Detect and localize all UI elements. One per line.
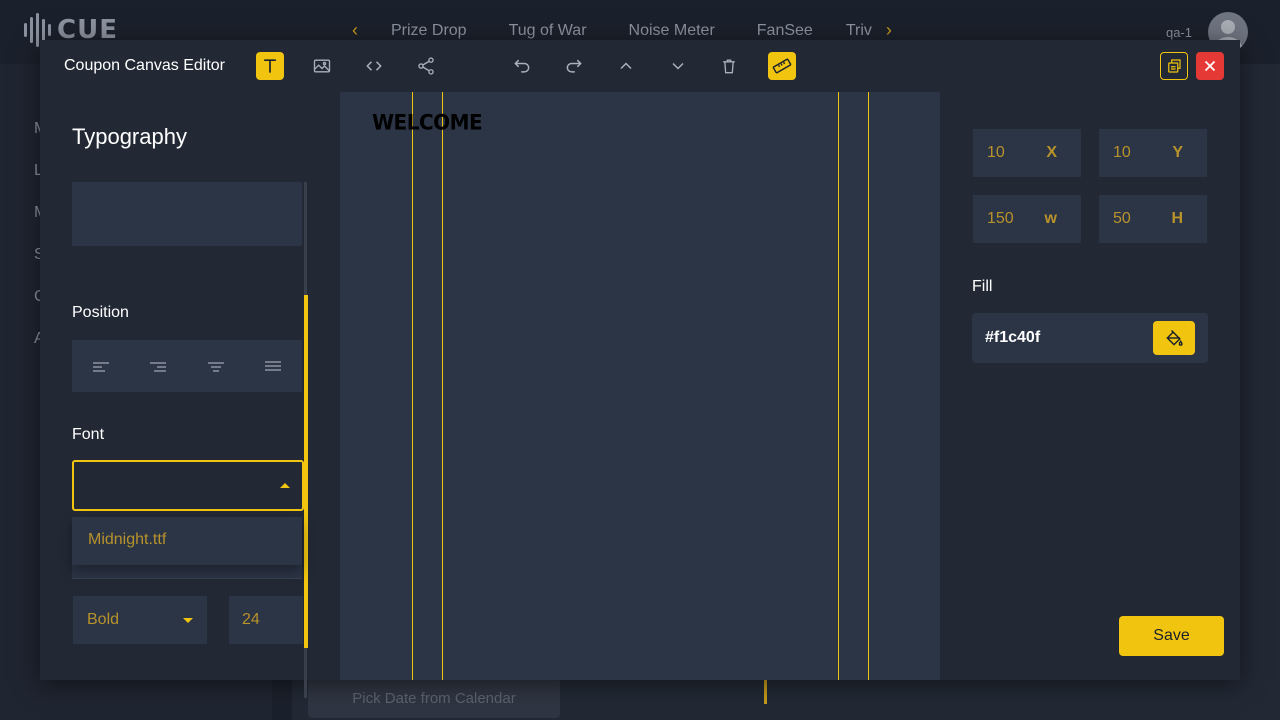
position-label: Position	[72, 304, 129, 321]
user-name: qa-1	[1165, 24, 1192, 40]
text-tool-button[interactable]	[256, 52, 284, 80]
redo-icon	[566, 59, 582, 73]
h-value: 50	[1113, 210, 1131, 227]
modal-title: Coupon Canvas Editor	[64, 57, 225, 74]
typography-panel: Typography Position Font Midnight.ttf Bo…	[40, 92, 340, 698]
color-picker-button[interactable]	[1153, 321, 1195, 355]
redo-button[interactable]	[560, 52, 588, 80]
move-up-button[interactable]	[612, 52, 640, 80]
ruler-icon	[772, 58, 792, 74]
delete-button[interactable]	[715, 52, 743, 80]
canvas-text-element[interactable]: WELCOME	[372, 109, 483, 134]
width-input[interactable]: 150 w	[973, 195, 1081, 243]
move-up-icon	[620, 62, 632, 70]
y-value: 10	[1113, 144, 1131, 161]
share-tool-button[interactable]	[412, 52, 440, 80]
font-option-midnight[interactable]: Midnight.ttf	[88, 531, 166, 549]
guide-line	[412, 92, 413, 680]
tabs-prev-chevron-icon[interactable]: ‹	[340, 20, 370, 41]
y-label: Y	[1172, 144, 1183, 161]
code-icon	[366, 61, 382, 71]
tab-fansee[interactable]: FanSee	[736, 22, 834, 40]
typography-heading: Typography	[72, 124, 187, 149]
tab-trivia[interactable]: Triv	[834, 22, 874, 40]
chevron-up-icon	[280, 483, 290, 488]
text-icon	[264, 59, 276, 73]
x-label: X	[1046, 144, 1057, 161]
modal-header: Coupon Canvas Editor	[40, 40, 1240, 92]
font-dropdown-backdrop	[72, 565, 302, 579]
move-down-button[interactable]	[664, 52, 692, 80]
font-select[interactable]	[72, 460, 304, 511]
w-value: 150	[987, 210, 1014, 227]
coupon-canvas-editor-modal: Coupon Canvas Editor Typography Position…	[40, 40, 1240, 698]
height-input[interactable]: 50 H	[1099, 195, 1207, 243]
font-size-input[interactable]: 24	[229, 596, 303, 644]
panel-scrollbar-thumb[interactable]	[304, 295, 308, 648]
font-weight-select[interactable]: Bold	[73, 596, 207, 644]
align-center-icon[interactable]	[206, 356, 226, 376]
image-icon	[313, 59, 331, 73]
fill-label: Fill	[972, 278, 993, 295]
coupon-canvas[interactable]: WELCOME	[340, 92, 940, 680]
font-label: Font	[72, 426, 105, 443]
guide-line	[868, 92, 869, 680]
background-accent-line	[764, 680, 767, 704]
share-icon	[418, 57, 434, 75]
h-label: H	[1171, 210, 1183, 227]
tab-noise-meter[interactable]: Noise Meter	[608, 22, 736, 40]
fill-color-value: #f1c40f	[985, 329, 1041, 346]
paint-bucket-icon	[1166, 329, 1183, 346]
pick-date-button[interactable]: Pick Date from Calendar	[308, 678, 560, 718]
tab-tug-of-war[interactable]: Tug of War	[488, 22, 608, 40]
x-position-input[interactable]: 10 X	[973, 129, 1081, 177]
font-size-value: 24	[242, 611, 260, 628]
image-tool-button[interactable]	[308, 52, 336, 80]
guide-line	[442, 92, 443, 680]
layers-icon	[1168, 59, 1181, 73]
activation-tabs: ‹ Prize Drop Tug of War Noise Meter FanS…	[340, 20, 904, 41]
properties-panel: 10 X 10 Y 150 w 50 H Fill #f1c40f Save	[940, 92, 1240, 680]
y-position-input[interactable]: 10 Y	[1099, 129, 1207, 177]
align-left-icon[interactable]	[91, 356, 111, 376]
x-value: 10	[987, 144, 1005, 161]
save-button[interactable]: Save	[1119, 616, 1224, 656]
close-button[interactable]	[1196, 52, 1224, 80]
close-icon	[1204, 60, 1216, 72]
align-right-icon[interactable]	[148, 356, 168, 376]
layout-toggle-button[interactable]	[1160, 52, 1188, 80]
undo-button[interactable]	[508, 52, 536, 80]
font-weight-value: Bold	[87, 611, 120, 628]
chevron-down-icon	[183, 618, 193, 623]
font-dropdown-menu: Midnight.ttf	[72, 517, 302, 565]
tabs-next-chevron-icon[interactable]: ›	[874, 20, 904, 41]
move-down-icon	[672, 62, 684, 70]
text-content-input[interactable]	[72, 182, 302, 246]
text-align-group	[72, 340, 302, 392]
undo-icon	[514, 59, 530, 73]
ruler-tool-button[interactable]	[768, 52, 796, 80]
fill-color-input[interactable]: #f1c40f	[972, 313, 1208, 363]
guide-line	[838, 92, 839, 680]
tab-prize-drop[interactable]: Prize Drop	[370, 22, 488, 40]
code-tool-button[interactable]	[360, 52, 388, 80]
w-label: w	[1044, 210, 1057, 227]
delete-icon	[723, 59, 735, 74]
align-justify-icon[interactable]	[263, 356, 283, 376]
